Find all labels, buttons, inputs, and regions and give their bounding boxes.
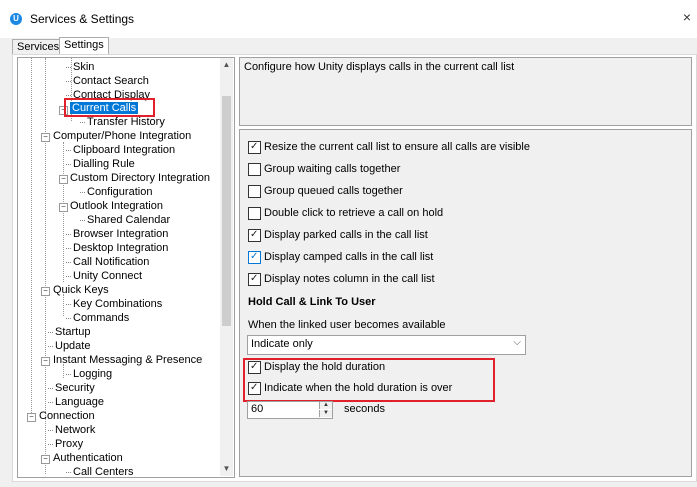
close-icon[interactable]: ×: [683, 9, 691, 25]
checkbox-box[interactable]: [248, 250, 261, 264]
checkbox-box[interactable]: [248, 360, 261, 374]
tree-item-configuration[interactable]: Configuration: [80, 186, 152, 199]
increment-icon[interactable]: ▲: [319, 402, 332, 409]
scroll-down-icon[interactable]: ▼: [220, 462, 233, 476]
tree-item-commands[interactable]: Commands: [66, 312, 129, 325]
checkbox-box[interactable]: [248, 207, 261, 220]
title-bar: U Services & Settings ×: [0, 0, 697, 38]
collapse-toggle-quick-keys[interactable]: −: [41, 287, 50, 296]
tree-item-language[interactable]: Language: [48, 396, 104, 409]
description-text: Configure how Unity displays calls in th…: [244, 61, 515, 73]
tree-item-key-combinations[interactable]: Key Combinations: [66, 298, 162, 311]
settings-tree: Skin Contact Search Contact Display − Cu…: [17, 57, 235, 478]
decrement-icon[interactable]: ▼: [319, 410, 332, 417]
tree-scrollbar[interactable]: ▲ ▼: [220, 58, 233, 476]
scroll-up-icon[interactable]: ▲: [220, 58, 233, 72]
chevron-down-icon: ⌵: [513, 337, 521, 348]
tree-item-instant-messaging-presence[interactable]: Instant Messaging & Presence: [53, 354, 202, 367]
tree-item-contact-search[interactable]: Contact Search: [66, 75, 149, 88]
tree-item-dialling-rule[interactable]: Dialling Rule: [66, 158, 135, 171]
tab-services[interactable]: Services: [12, 39, 65, 55]
tree-item-custom-directory-integration[interactable]: Custom Directory Integration: [70, 172, 210, 185]
tree-item-logging[interactable]: Logging: [66, 368, 112, 381]
tree-item-startup[interactable]: Startup: [48, 326, 90, 339]
checkbox-box[interactable]: [248, 381, 261, 395]
collapse-toggle-computer-phone[interactable]: −: [41, 133, 50, 142]
tree-item-quick-keys[interactable]: Quick Keys: [53, 284, 109, 297]
tree-item-authentication[interactable]: Authentication: [53, 452, 123, 465]
checkbox-box[interactable]: [248, 163, 261, 176]
tree-item-shared-calendar[interactable]: Shared Calendar: [80, 214, 170, 227]
unity-app-icon: U: [10, 13, 22, 25]
tree-item-computer-phone-integration[interactable]: Computer/Phone Integration: [53, 130, 191, 143]
hold-duration-value[interactable]: 60: [251, 403, 263, 415]
linked-user-subtext: When the linked user becomes available: [248, 319, 446, 331]
tree-item-call-notification[interactable]: Call Notification: [66, 256, 149, 269]
hold-duration-unit: seconds: [344, 403, 385, 415]
select-value: Indicate only: [251, 338, 313, 350]
tree-item-update[interactable]: Update: [48, 340, 90, 353]
collapse-toggle-authentication[interactable]: −: [41, 455, 50, 464]
tree-item-proxy[interactable]: Proxy: [48, 438, 83, 451]
checkbox-box[interactable]: [248, 140, 261, 154]
tree-item-desktop-integration[interactable]: Desktop Integration: [66, 242, 168, 255]
tree-item-outlook-integration[interactable]: Outlook Integration: [70, 200, 163, 213]
collapse-toggle-instant-messaging[interactable]: −: [41, 357, 50, 366]
current-calls-highlight: [64, 98, 155, 117]
scroll-thumb[interactable]: [222, 96, 231, 326]
tree-item-call-centers[interactable]: Call Centers: [66, 466, 134, 477]
tree-item-browser-integration[interactable]: Browser Integration: [66, 228, 168, 241]
tree-item-skin[interactable]: Skin: [66, 61, 94, 74]
collapse-toggle-custom-directory[interactable]: −: [59, 175, 68, 184]
checkbox-box[interactable]: [248, 185, 261, 198]
hold-duration-spinner[interactable]: 60 ▲ ▼: [247, 401, 333, 419]
services-settings-window: U Services & Settings × Services Setting…: [0, 0, 697, 487]
tree-item-security[interactable]: Security: [48, 382, 95, 395]
window-title: Services & Settings: [30, 12, 135, 26]
collapse-toggle-connection[interactable]: −: [27, 413, 36, 422]
checkbox-box[interactable]: [248, 228, 261, 242]
current-calls-settings-panel: Resize the current call list to ensure a…: [239, 129, 692, 477]
description-panel: Configure how Unity displays calls in th…: [239, 57, 692, 126]
checkbox-box[interactable]: [248, 272, 261, 286]
tree-item-clipboard-integration[interactable]: Clipboard Integration: [66, 144, 175, 157]
tree-item-network[interactable]: Network: [48, 424, 95, 437]
collapse-toggle-outlook[interactable]: −: [59, 203, 68, 212]
tree-item-transfer-history[interactable]: Transfer History: [80, 116, 165, 129]
linked-user-action-select[interactable]: Indicate only ⌵: [247, 335, 526, 355]
hold-call-heading: Hold Call & Link To User: [248, 296, 376, 308]
tree-item-connection[interactable]: Connection: [39, 410, 95, 423]
tree-item-unity-connect[interactable]: Unity Connect: [66, 270, 142, 283]
